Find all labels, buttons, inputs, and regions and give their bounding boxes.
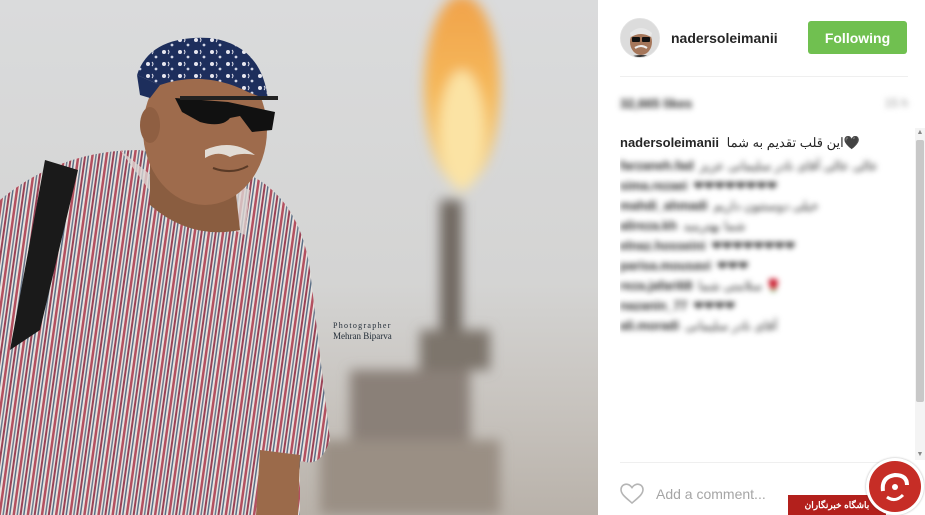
following-button[interactable]: Following xyxy=(808,21,907,54)
comment-text: ❤❤❤❤❤❤❤❤ xyxy=(711,239,796,253)
blurred-comments: farzaneh.fad عالی عالی آقای نادر سلیمانی … xyxy=(620,156,910,336)
comment-username[interactable]: farzaneh.fad xyxy=(620,159,694,173)
comment-username[interactable]: nazanin_77 xyxy=(620,299,687,313)
post-header: nadersoleimanii Following xyxy=(620,0,908,77)
comment-item: mahdi_ahmadi خیلی دوستتون داریم xyxy=(620,196,910,216)
post-caption: nadersoleimanii این قلب تقدیم به شما🖤 xyxy=(620,134,910,152)
avatar-face-icon xyxy=(621,19,659,57)
comment-text: آقای نادر سلیمانی xyxy=(685,319,778,333)
comment-text: ❤❤❤❤ xyxy=(693,299,736,313)
username-link[interactable]: nadersoleimanii xyxy=(671,30,778,46)
scroll-down-arrow-icon[interactable]: ▼ xyxy=(915,450,925,460)
comment-text: شما بهترینید xyxy=(682,219,746,233)
post-stats: 32,665 likes 15 h xyxy=(620,96,908,116)
caption-username[interactable]: nadersoleimanii xyxy=(620,135,719,150)
caption-text: این قلب تقدیم به شما🖤 xyxy=(726,135,860,150)
photo-illustration xyxy=(0,0,500,515)
comments-scrollbar[interactable]: ▲ ▼ xyxy=(915,128,925,460)
comment-item: ali.moradi آقای نادر سلیمانی xyxy=(620,316,910,336)
comment-item: parisa.mousavi ❤❤❤ xyxy=(620,256,910,276)
comment-username[interactable]: ali.moradi xyxy=(620,319,679,333)
comment-text: خیلی دوستتون داریم xyxy=(713,199,819,213)
comment-item: reza.jafari68 سلامتی شما 🌹 xyxy=(620,276,910,296)
comment-username[interactable]: elnaz.hosseini xyxy=(620,239,705,253)
comment-item: farzaneh.fad عالی عالی آقای نادر سلیمانی … xyxy=(620,156,910,176)
photo-credit-name: Mehran Biparva xyxy=(333,331,392,341)
scroll-up-arrow-icon[interactable]: ▲ xyxy=(915,128,925,138)
scroll-thumb[interactable] xyxy=(916,140,924,402)
comment-text: سلامتی شما 🌹 xyxy=(698,279,782,293)
post-time[interactable]: 15 h xyxy=(885,96,908,110)
comment-username[interactable]: alireza.kh xyxy=(620,219,677,233)
avatar[interactable] xyxy=(620,18,660,58)
comment-item: sima.rezaei ❤❤❤❤❤❤❤❤ xyxy=(620,176,910,196)
comment-item: alireza.kh شما بهترینید xyxy=(620,216,910,236)
comment-item: elnaz.hosseini ❤❤❤❤❤❤❤❤ xyxy=(620,236,910,256)
comment-username[interactable]: reza.jafari68 xyxy=(620,279,692,293)
watermark-logo-icon xyxy=(880,472,909,502)
comment-text: ❤❤❤❤❤❤❤❤ xyxy=(693,179,778,193)
comments-list[interactable]: nadersoleimanii این قلب تقدیم به شما🖤 fa… xyxy=(620,130,910,460)
comment-text: ❤❤❤ xyxy=(717,259,749,273)
comment-username[interactable]: mahdi_ahmadi xyxy=(620,199,708,213)
person xyxy=(0,37,330,515)
comment-username[interactable]: parisa.mousavi xyxy=(620,259,711,273)
watermark-logo xyxy=(866,458,924,515)
comment-text: عالی عالی آقای نادر سلیمانی عزیز xyxy=(699,159,878,173)
likes-count[interactable]: 32,665 likes xyxy=(620,96,692,111)
post-side-panel: nadersoleimanii Following 32,665 likes 1… xyxy=(598,0,925,515)
heart-outline-icon[interactable] xyxy=(620,483,644,505)
post-photo[interactable]: Photographer Mehran Biparva xyxy=(0,0,598,515)
comment-username[interactable]: sima.rezaei xyxy=(620,179,687,193)
photo-credit-role: Photographer xyxy=(333,321,392,330)
comment-item: nazanin_77 ❤❤❤❤ xyxy=(620,296,910,316)
photo-credit: Photographer Mehran Biparva xyxy=(333,320,423,342)
